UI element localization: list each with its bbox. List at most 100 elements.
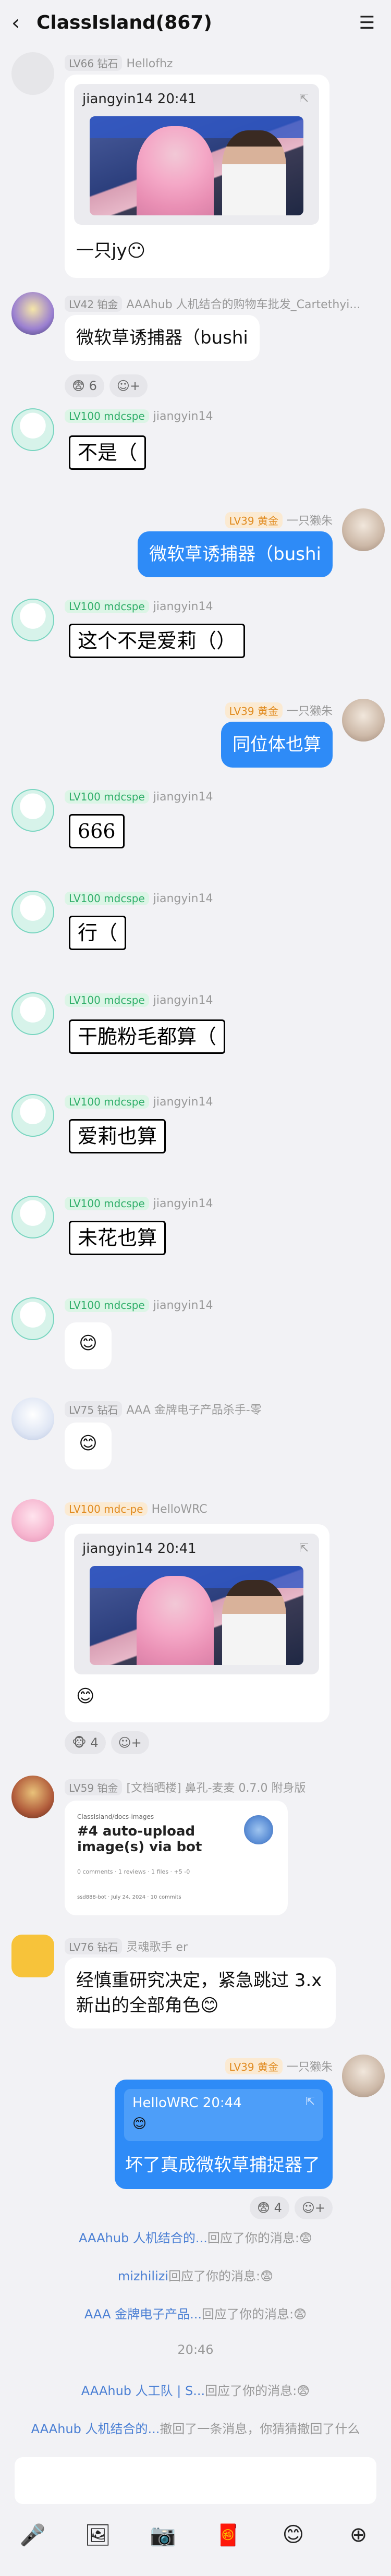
- avatar[interactable]: [11, 1499, 54, 1542]
- time-divider: 20:46: [177, 2342, 214, 2357]
- avatar[interactable]: [11, 891, 54, 933]
- red-packet-icon[interactable]: 🧧: [213, 2523, 244, 2547]
- notice-user-link[interactable]: AAAhub 人工队 | S...: [81, 2384, 205, 2398]
- avatar[interactable]: [11, 599, 54, 641]
- level-badge: LV76 钻石: [65, 1938, 123, 1954]
- message-bubble[interactable]: 经慎重研究决定，紧急跳过 3.x新出的全部角色😊: [65, 1958, 336, 2028]
- avatar[interactable]: [11, 1398, 54, 1440]
- avatar[interactable]: [11, 1935, 54, 1977]
- sender-meta: LV76 钻石 灵魂歌手 er: [65, 1938, 188, 1954]
- notice-user-link[interactable]: AAAhub 人机结合的...: [79, 2231, 207, 2245]
- avatar[interactable]: [342, 699, 385, 742]
- message-bubble[interactable]: HelloWRC 20:44 😊 ⇱ 坏了真成微软草捕捉器了: [115, 2080, 333, 2189]
- emoji-bubble[interactable]: 😊: [65, 1322, 112, 1369]
- avatar[interactable]: [11, 789, 54, 832]
- message-bubble[interactable]: jiangyin14 20:41 ⇱ 😊: [65, 1524, 329, 1722]
- notice-user-link[interactable]: mizhilizi: [118, 2269, 168, 2283]
- sticker[interactable]: 干脆粉毛都算（: [69, 1019, 226, 1054]
- sender-name: jiangyin14: [153, 1197, 213, 1210]
- plus-icon[interactable]: ⊕: [343, 2523, 374, 2547]
- level-badge: LV39 黄金: [225, 2058, 283, 2074]
- sender-name: jiangyin14: [153, 410, 213, 423]
- level-badge: LV39 黄金: [225, 702, 283, 719]
- sender-meta: LV100 mdc-pe HelloWRC: [65, 1502, 207, 1516]
- sender-meta: LV100 mdcspe jiangyin14: [65, 409, 213, 423]
- sender-meta: LV100 mdcspe jiangyin14: [65, 993, 213, 1007]
- level-badge: LV100 mdcspe: [65, 892, 149, 905]
- add-reaction-icon[interactable]: ☺+: [111, 1731, 149, 1754]
- sticker[interactable]: 不是（: [69, 435, 146, 470]
- message-bubble[interactable]: 微软草诱捕器（bushi: [138, 531, 333, 577]
- sticker[interactable]: 666: [69, 814, 125, 848]
- avatar[interactable]: [11, 1297, 54, 1340]
- system-notice: AAAhub 人机结合的...回应了你的消息:😨: [0, 2228, 391, 2246]
- sticker[interactable]: 这个不是爱莉（）: [69, 624, 246, 658]
- sender-name: AAAhub 人机结合的购物车批发_Cartethyi...: [126, 298, 361, 311]
- quoted-photo[interactable]: [90, 116, 303, 215]
- mic-icon[interactable]: 🎤: [17, 2523, 48, 2547]
- reaction-chip[interactable]: 😨 6: [65, 374, 104, 397]
- reaction-chip[interactable]: 🐵 4: [65, 1731, 106, 1754]
- level-badge: LV75 钻石: [65, 1401, 123, 1417]
- input-bar: 🎤 🖼 📷 🧧 😊 ⊕: [0, 2451, 391, 2576]
- avatar[interactable]: [11, 52, 54, 95]
- avatar[interactable]: [11, 1094, 54, 1137]
- menu-icon[interactable]: ☰: [358, 14, 376, 32]
- image-icon[interactable]: 🖼: [82, 2523, 114, 2547]
- avatar[interactable]: [11, 992, 54, 1035]
- level-badge: LV100 mdcspe: [65, 1095, 149, 1109]
- reaction-chip[interactable]: 😨 4: [249, 2196, 289, 2219]
- avatar[interactable]: [11, 1776, 54, 1818]
- sender-meta: LV66 钻石 Hellofhz: [65, 55, 173, 71]
- add-reaction-icon[interactable]: ☺+: [109, 374, 148, 397]
- link-card[interactable]: ClassIsland/docs-images #4 auto-upload i…: [65, 1801, 288, 1915]
- level-badge: LV100 mdcspe: [65, 993, 149, 1007]
- avatar[interactable]: [342, 2055, 385, 2097]
- quoted-emoji: 😊: [132, 2116, 147, 2132]
- sender-meta: LV100 mdcspe jiangyin14: [65, 1197, 213, 1210]
- sender-name: jiangyin14: [153, 1096, 213, 1109]
- level-badge: LV59 铂金: [65, 1779, 123, 1795]
- link-meta: 0 comments · 1 reviews · 1 files · +5 -0: [77, 1868, 190, 1875]
- message-bubble[interactable]: jiangyin14 20:41 ⇱ 一只jy😶: [65, 75, 329, 278]
- quoted-reply[interactable]: jiangyin14 20:41 ⇱: [74, 84, 319, 225]
- sender-name: 灵魂歌手 er: [126, 1941, 188, 1954]
- sender-meta: LV100 mdcspe jiangyin14: [65, 1298, 213, 1312]
- camera-icon[interactable]: 📷: [148, 2523, 179, 2547]
- sender-meta: LV100 mdcspe jiangyin14: [65, 1095, 213, 1109]
- message-bubble[interactable]: 同位体也算: [221, 722, 333, 768]
- avatar[interactable]: [342, 508, 385, 551]
- toolbar: 🎤 🖼 📷 🧧 😊 ⊕: [0, 2523, 391, 2547]
- add-reaction-icon[interactable]: ☺+: [294, 2196, 333, 2219]
- quoted-photo[interactable]: [90, 1566, 303, 1665]
- message-text: 坏了真成微软草捕捉器了: [125, 2155, 320, 2176]
- notice-text: 回应了你的消息:😨: [205, 2384, 310, 2398]
- message-input[interactable]: [15, 2457, 376, 2504]
- sticker[interactable]: 未花也算: [69, 1221, 166, 1255]
- sticker[interactable]: 爱莉也算: [69, 1119, 166, 1153]
- back-icon[interactable]: ‹: [11, 11, 32, 34]
- avatar[interactable]: [11, 1196, 54, 1238]
- quoted-sender: HelloWRC 20:44: [132, 2095, 242, 2111]
- level-badge: LV42 铂金: [65, 296, 123, 312]
- level-badge: LV66 钻石: [65, 55, 123, 71]
- notice-user-link[interactable]: AAAhub 人机结合的...: [31, 2422, 160, 2436]
- sender-meta: LV39 黄金 一只獭朱: [225, 702, 333, 719]
- sender-meta: LV42 铂金 AAAhub 人机结合的购物车批发_Cartethyi...: [65, 295, 360, 312]
- level-badge: LV100 mdc-pe: [65, 1502, 148, 1516]
- avatar[interactable]: [11, 408, 54, 451]
- emoji-bubble[interactable]: 😊: [65, 1423, 112, 1469]
- emoji: 😊: [79, 1433, 97, 1454]
- avatar[interactable]: [11, 292, 54, 335]
- notice-text: 回应了你的消息:😨: [168, 2269, 274, 2283]
- emoji-icon[interactable]: 😊: [278, 2523, 309, 2547]
- reactions: 🐵 4 ☺+: [65, 1731, 149, 1754]
- message-bubble[interactable]: 微软草诱捕器（bushi: [65, 315, 260, 361]
- sender-name: AAA 金牌电子产品杀手-零: [126, 1404, 262, 1417]
- sender-meta: LV59 铂金 [文档晒楼] 鼻孔-麦麦 0.7.0 附身版: [65, 1779, 306, 1795]
- notice-user-link[interactable]: AAA 金牌电子产品...: [84, 2307, 202, 2322]
- sticker[interactable]: 行（: [69, 916, 127, 950]
- quoted-reply[interactable]: jiangyin14 20:41 ⇱: [74, 1534, 319, 1674]
- sender-meta: LV100 mdcspe jiangyin14: [65, 600, 213, 613]
- quoted-reply[interactable]: HelloWRC 20:44 😊 ⇱: [124, 2089, 323, 2141]
